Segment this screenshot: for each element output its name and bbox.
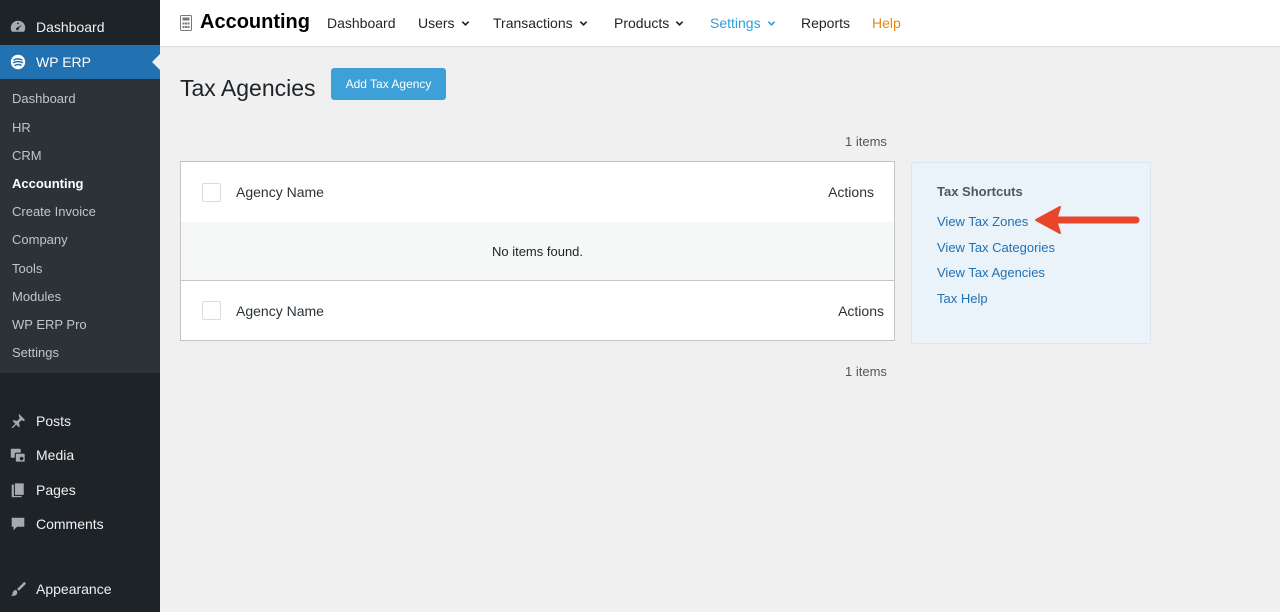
tax-shortcuts-box: Tax Shortcuts View Tax Zones View Tax Ca… xyxy=(911,162,1151,344)
admin-sidebar: Dashboard WP ERP Dashboard HR CRM Accoun… xyxy=(0,0,160,612)
tax-agencies-table: Agency Name Actions No items found. Agen… xyxy=(180,161,895,341)
submenu-item-company[interactable]: Company xyxy=(12,230,68,250)
nav-label: Users xyxy=(418,15,455,31)
pages-icon xyxy=(0,481,36,499)
wp-erp-submenu: Dashboard HR CRM Accounting Create Invoi… xyxy=(0,79,160,373)
nav-dashboard[interactable]: Dashboard xyxy=(327,15,396,31)
submenu-item-dashboard[interactable]: Dashboard xyxy=(12,89,76,109)
menu-item-label: Pages xyxy=(36,482,76,498)
table-footer: Agency Name Actions xyxy=(181,280,894,340)
accounting-topnav: Accounting Dashboard Users Transactions … xyxy=(160,0,1280,47)
nav-users[interactable]: Users xyxy=(418,15,470,31)
menu-item-appearance[interactable]: Appearance xyxy=(0,572,160,606)
menu-item-label: Comments xyxy=(36,516,104,532)
submenu-item-create-invoice[interactable]: Create Invoice xyxy=(12,202,96,222)
link-view-tax-categories[interactable]: View Tax Categories xyxy=(937,240,1055,255)
nav-label: Transactions xyxy=(493,15,573,31)
select-all-checkbox-footer[interactable] xyxy=(202,301,221,320)
shortcuts-title: Tax Shortcuts xyxy=(937,184,1023,199)
page-title: Tax Agencies xyxy=(180,75,316,101)
nav-label: Settings xyxy=(710,15,761,31)
submenu-item-settings[interactable]: Settings xyxy=(12,343,59,363)
calculator-icon xyxy=(180,14,192,31)
nav-label: Products xyxy=(614,15,670,31)
comment-icon xyxy=(0,515,36,533)
menu-item-dashboard[interactable]: Dashboard xyxy=(0,10,160,44)
link-tax-help[interactable]: Tax Help xyxy=(937,291,988,306)
menu-item-label: WP ERP xyxy=(36,54,91,70)
menu-item-label: Media xyxy=(36,447,75,463)
nav-label: Help xyxy=(872,15,901,31)
empty-message: No items found. xyxy=(491,243,584,259)
menu-item-pages[interactable]: Pages xyxy=(0,473,160,507)
nav-label: Dashboard xyxy=(327,15,396,31)
submenu-item-modules[interactable]: Modules xyxy=(12,287,61,307)
submenu-item-wp-erp-pro[interactable]: WP ERP Pro xyxy=(12,315,87,335)
add-tax-agency-button[interactable]: Add Tax Agency xyxy=(331,68,446,100)
nav-products[interactable]: Products xyxy=(614,15,684,31)
column-actions: Actions xyxy=(828,184,874,200)
items-count-top: 1 items xyxy=(845,134,887,149)
nav-label: Reports xyxy=(801,15,851,31)
wp-erp-icon xyxy=(0,53,36,71)
menu-item-label: Posts xyxy=(36,413,72,429)
menu-item-posts[interactable]: Posts xyxy=(0,404,160,438)
nav-transactions[interactable]: Transactions xyxy=(493,15,588,31)
submenu-item-tools[interactable]: Tools xyxy=(12,259,42,279)
nav-help[interactable]: Help xyxy=(872,15,901,31)
nav-settings[interactable]: Settings xyxy=(710,15,776,31)
submenu-item-crm[interactable]: CRM xyxy=(12,146,42,166)
menu-item-comments[interactable]: Comments xyxy=(0,507,160,541)
brand: Accounting xyxy=(180,11,310,34)
dashboard-icon xyxy=(0,18,36,36)
submenu-item-accounting[interactable]: Accounting xyxy=(12,174,84,194)
media-icon xyxy=(0,446,36,464)
chevron-down-icon xyxy=(461,20,469,26)
menu-item-label: Appearance xyxy=(36,581,112,597)
column-actions-footer: Actions xyxy=(838,302,884,319)
chevron-down-icon xyxy=(676,20,684,26)
brush-icon xyxy=(0,580,36,598)
column-agency-name[interactable]: Agency Name xyxy=(236,184,324,200)
menu-item-media[interactable]: Media xyxy=(0,438,160,472)
items-count-bottom: 1 items xyxy=(845,364,887,379)
table-header: Agency Name Actions xyxy=(181,162,894,222)
nav-reports[interactable]: Reports xyxy=(801,15,850,31)
column-agency-name-footer[interactable]: Agency Name xyxy=(236,303,324,319)
menu-item-wp-erp[interactable]: WP ERP xyxy=(0,45,160,79)
submenu-item-hr[interactable]: HR xyxy=(12,118,31,138)
link-view-tax-agencies[interactable]: View Tax Agencies xyxy=(937,265,1045,280)
select-all-checkbox[interactable] xyxy=(202,182,221,202)
page-title-brand: Accounting xyxy=(200,11,310,33)
chevron-down-icon xyxy=(579,20,587,26)
annotation-arrow-icon xyxy=(1035,206,1140,234)
chevron-down-icon xyxy=(767,20,775,26)
menu-item-label: Dashboard xyxy=(36,19,105,35)
pin-icon xyxy=(0,412,36,430)
link-view-tax-zones[interactable]: View Tax Zones xyxy=(937,214,1028,229)
